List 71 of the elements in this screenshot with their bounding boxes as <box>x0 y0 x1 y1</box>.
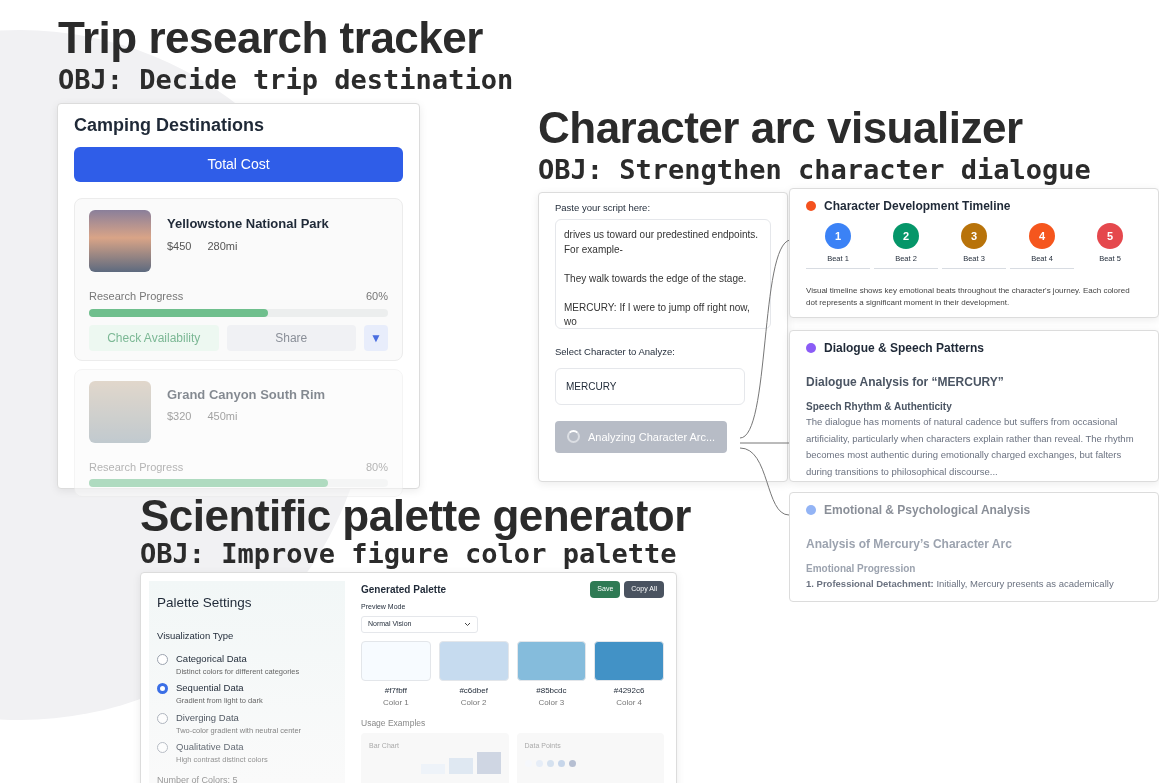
color-swatch[interactable] <box>594 640 664 681</box>
radio-button[interactable] <box>157 653 168 665</box>
destination-name: Grand Canyon South Rim <box>167 385 326 404</box>
card-title: Dialogue & Speech Patterns <box>824 340 985 357</box>
colors-count-label: Number of Colors: 5 <box>157 773 239 783</box>
spinner-icon <box>567 430 580 444</box>
palette-title: Generated Palette <box>361 582 447 597</box>
character-select[interactable]: MERCURY <box>555 367 745 405</box>
connector-line <box>740 442 791 444</box>
field-label: Paste your script here: <box>555 201 652 215</box>
photo-placeholder <box>89 210 151 272</box>
objective-text: OBJ: Decide trip destination <box>58 66 514 93</box>
objective-text: OBJ: Improve figure color palette <box>140 540 677 567</box>
color-label: Color 4 <box>615 696 643 709</box>
color-label: Color 3 <box>537 696 566 709</box>
hex-label: #f7fbff <box>383 684 408 697</box>
share-button[interactable]: Share <box>226 324 356 351</box>
beat-marker: 3 <box>961 223 987 249</box>
destination-name: Yellowstone National Park <box>167 215 329 233</box>
photo-placeholder <box>89 380 151 443</box>
price-text: $320 <box>167 409 192 424</box>
section-label: Visualization Type <box>157 629 235 644</box>
card-title: Character Development Timeline <box>824 198 1011 215</box>
analysis-heading: Dialogue Analysis for “MERCURY” <box>806 374 1005 391</box>
price-text: $450 <box>167 238 192 254</box>
analysis-text: 1. Professional Detachment: Initially, Mercury presents as academically <box>806 577 1115 591</box>
radio-button[interactable] <box>157 683 168 694</box>
progress-value: 60% <box>365 289 388 304</box>
analysis-heading: Analysis of Mercury’s Character Arc <box>806 536 1013 553</box>
color-swatch[interactable] <box>516 640 587 681</box>
sidebar-title: Palette Settings <box>157 594 253 612</box>
field-label: Select Character to Analyze: <box>555 345 676 360</box>
color-swatch[interactable] <box>361 640 431 681</box>
distance-text: 450mi <box>207 409 238 424</box>
color-label: Color 1 <box>381 696 410 709</box>
beat-marker: 4 <box>1029 223 1055 249</box>
color-label: Color 2 <box>459 696 488 709</box>
panel-title: Camping Destinations <box>74 114 266 137</box>
total-cost-button[interactable]: Total Cost <box>74 147 403 182</box>
radio-button[interactable] <box>157 742 168 753</box>
app-title: Trip research tracker <box>58 16 483 60</box>
distance-text: 280mi <box>207 238 238 254</box>
section-label: Usage Examples <box>361 716 427 730</box>
progress-label: Research Progress <box>89 459 184 475</box>
option-label: Sequential Data <box>176 681 245 695</box>
chevron-icon <box>464 621 471 627</box>
option-label: Qualitative Data <box>176 740 245 754</box>
app-title: Scientific palette generator <box>140 494 691 538</box>
analysis-subheading: Emotional Progression <box>806 562 917 576</box>
beat-marker: 5 <box>1097 223 1123 249</box>
progress-label: Research Progress <box>89 289 184 304</box>
analysis-subheading: Speech Rhythm & Authenticity <box>806 400 953 414</box>
timeline-caption: Visual timeline shows key emotional beats throughout the character's journey. Each colored dot represents a significant moment in their development. <box>806 285 1131 310</box>
script-field[interactable]: drives us toward our predestined endpoints. For example- They walk towards the edge of the stage. MERCURY: If I were to jump off right now, wo <box>555 219 771 330</box>
data-points-drawing <box>524 759 576 767</box>
analysis-text: The dialogue has moments of natural cadence but suffers from occasional artificiality, particularly when characters explain rather than reveal. The rhythm becomes most authentic during emotionally charged exchanges, but falters during transitions to philosophical discourse... <box>806 415 1135 479</box>
beat-marker: 2 <box>893 223 919 249</box>
beat-marker: 1 <box>825 223 851 249</box>
hex-label: #c6dbef <box>458 684 489 697</box>
hex-label: #4292c6 <box>612 684 646 697</box>
radio-button[interactable] <box>157 712 168 724</box>
option-label: Categorical Data <box>176 651 248 666</box>
progress-value: 80% <box>365 459 388 475</box>
objective-text: OBJ: Strengthen character dialogue <box>538 156 1091 183</box>
connector-line <box>740 447 790 516</box>
card-title: Emotional & Psychological Analysis <box>824 502 1031 519</box>
color-swatch[interactable] <box>438 640 509 681</box>
app-title: Character arc visualizer <box>538 106 1023 150</box>
hex-label: #85bcdc <box>535 684 568 697</box>
option-label: Diverging Data <box>176 710 240 725</box>
dropdown-button[interactable]: ▼ <box>364 324 388 351</box>
